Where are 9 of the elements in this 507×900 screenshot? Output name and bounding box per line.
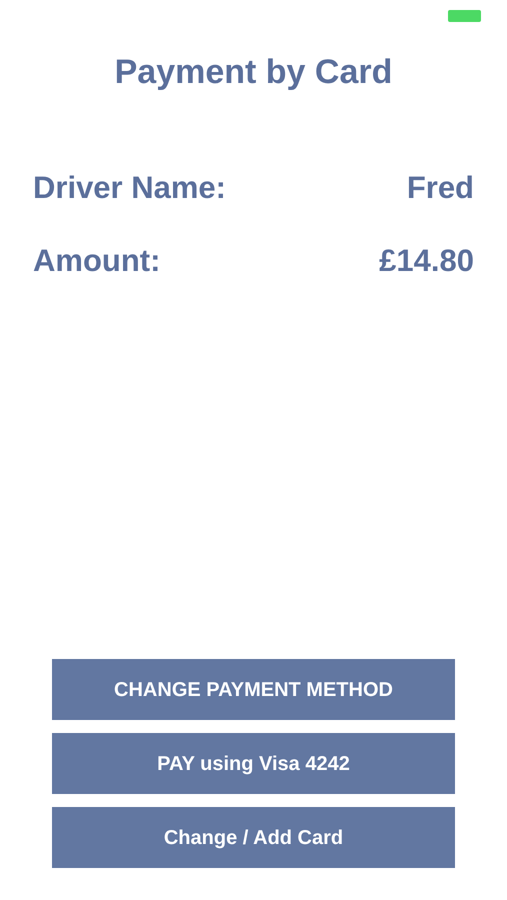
detail-label: Driver Name: [33,169,226,207]
battery-icon [448,10,481,22]
action-button[interactable]: CHANGE PAYMENT METHOD [52,659,455,720]
page-title: Payment by Card [114,52,392,92]
detail-label: Amount: [33,242,160,280]
action-button[interactable]: Change / Add Card [52,807,455,868]
detail-value: £14.80 [379,242,474,280]
detail-value: Fred [406,169,474,207]
action-button[interactable]: PAY using Visa 4242 [52,733,455,794]
